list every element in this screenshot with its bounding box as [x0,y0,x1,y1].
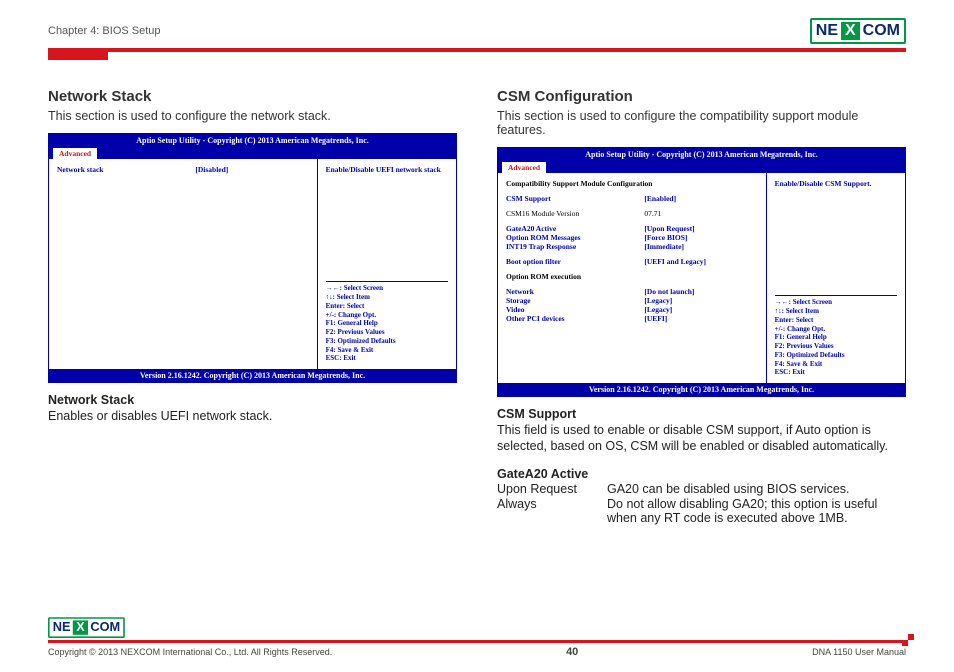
sub-desc: This field is used to enable or disable … [497,422,906,455]
logo-ne: NE [814,22,840,40]
bios-row-video[interactable]: Video[Legacy] [506,305,758,314]
bios-help-keys: →←: Select Screen↑↓: Select ItemEnter: S… [326,284,448,363]
row-label: Network stack [57,165,195,174]
row-value: [Disabled] [195,165,308,174]
sub-heading-gatea20: GateA20 Active [497,467,906,481]
bios-panel-right: Aptio Setup Utility - Copyright (C) 2013… [497,147,906,397]
bios-help-top: Enable/Disable CSM Support. [775,179,897,188]
bios-help-keys: →←: Select Screen↑↓: Select ItemEnter: S… [775,298,897,377]
header-rule [48,48,906,52]
logo-com: COM [861,22,902,40]
page-number: 40 [566,646,578,658]
page-footer: NE X COM Copyright © 2013 NEXCOM Interna… [48,612,906,658]
section-title-csm: CSM Configuration [497,88,906,105]
bios-row-int19[interactable]: INT19 Trap Response[Immediate] [506,242,758,251]
footer-manual: DNA 1150 User Manual [812,647,906,657]
footer-squares-icon [902,634,912,644]
bios-footer: Version 2.16.1242. Copyright (C) 2013 Am… [498,383,905,396]
section-title-network-stack: Network Stack [48,88,457,105]
left-column: Network Stack This section is used to co… [48,88,457,525]
bios-row-storage[interactable]: Storage[Legacy] [506,296,758,305]
bios-title: Aptio Setup Utility - Copyright (C) 2013… [498,148,905,161]
bios-row-csm-support[interactable]: CSM Support[Enabled] [506,194,758,203]
bios-tab-advanced[interactable]: Advanced [53,148,97,159]
bios-panel-left: Aptio Setup Utility - Copyright (C) 2013… [48,133,457,383]
sub-heading-csm-support: CSM Support [497,407,906,421]
kv-always: AlwaysDo not allow disabling GA20; this … [497,497,906,525]
bios-row-gatea20[interactable]: GateA20 Active[Upon Request] [506,224,758,233]
footer-copyright: Copyright © 2013 NEXCOM International Co… [48,647,332,657]
bios-row-oprom-msgs[interactable]: Option ROM Messages[Force BIOS] [506,233,758,242]
bios-heading-csm-config: Compatibility Support Module Configurati… [506,179,758,188]
bios-heading-oprom-exec: Option ROM execution [506,272,758,281]
sub-desc: Enables or disables UEFI network stack. [48,408,457,424]
bios-row-network[interactable]: Network[Do not launch] [506,287,758,296]
bios-tab-advanced[interactable]: Advanced [502,162,546,173]
bios-footer: Version 2.16.1242. Copyright (C) 2013 Am… [49,369,456,382]
sub-heading-network-stack: Network Stack [48,393,457,407]
bios-row-other-pci[interactable]: Other PCI devices[UEFI] [506,314,758,323]
bios-title: Aptio Setup Utility - Copyright (C) 2013… [49,134,456,147]
logo-x: X [841,22,860,40]
bios-row-boot-filter[interactable]: Boot option filter[UEFI and Legacy] [506,257,758,266]
bios-row-csm16-version: CSM16 Module Version07.71 [506,209,758,218]
section-desc: This section is used to configure the co… [497,109,906,137]
bios-row-network-stack[interactable]: Network stack [Disabled] [57,165,309,174]
header-rule-stub [48,52,108,60]
chapter-title: Chapter 4: BIOS Setup [48,25,161,37]
bios-help-top: Enable/Disable UEFI network stack [326,165,448,174]
kv-upon-request: Upon RequestGA20 can be disabled using B… [497,482,906,496]
right-column: CSM Configuration This section is used t… [497,88,906,525]
brand-logo: NE X COM [810,18,906,44]
section-desc: This section is used to configure the ne… [48,109,457,123]
